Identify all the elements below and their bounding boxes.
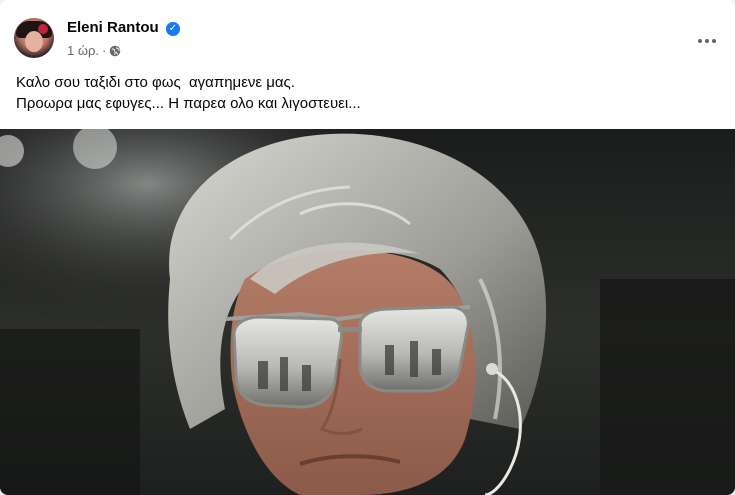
globe-icon[interactable] <box>109 45 121 57</box>
author-name[interactable]: Eleni Rantou <box>67 19 159 36</box>
facebook-post: Eleni Rantou ✓ 1 ώρ. · Καλο σου ταξιδι στ… <box>0 0 735 495</box>
post-text-line: Προωρα μας εφυγες... Η παρεα ολο και λιγ… <box>16 95 361 112</box>
author-avatar[interactable] <box>14 18 54 58</box>
more-dot-icon <box>705 39 709 43</box>
avatar-face <box>25 31 43 52</box>
post-timestamp[interactable]: 1 ώρ. <box>67 43 99 58</box>
post-photo[interactable] <box>0 129 735 495</box>
post-header: Eleni Rantou ✓ 1 ώρ. · <box>0 0 735 66</box>
post-text-line: Καλο σου ταξιδι στο φως αγαπημενε μας. <box>16 74 295 91</box>
more-options-button[interactable] <box>689 23 725 59</box>
post-text: Καλο σου ταξιδι στο φως αγαπημενε μας. Π… <box>16 72 716 114</box>
photo-illustration <box>0 129 735 495</box>
avatar-accent <box>38 24 48 34</box>
meta-separator: · <box>102 43 107 58</box>
more-dot-icon <box>698 39 702 43</box>
post-meta: 1 ώρ. · <box>67 43 121 58</box>
more-dot-icon <box>712 39 716 43</box>
verified-badge-icon: ✓ <box>166 22 180 36</box>
